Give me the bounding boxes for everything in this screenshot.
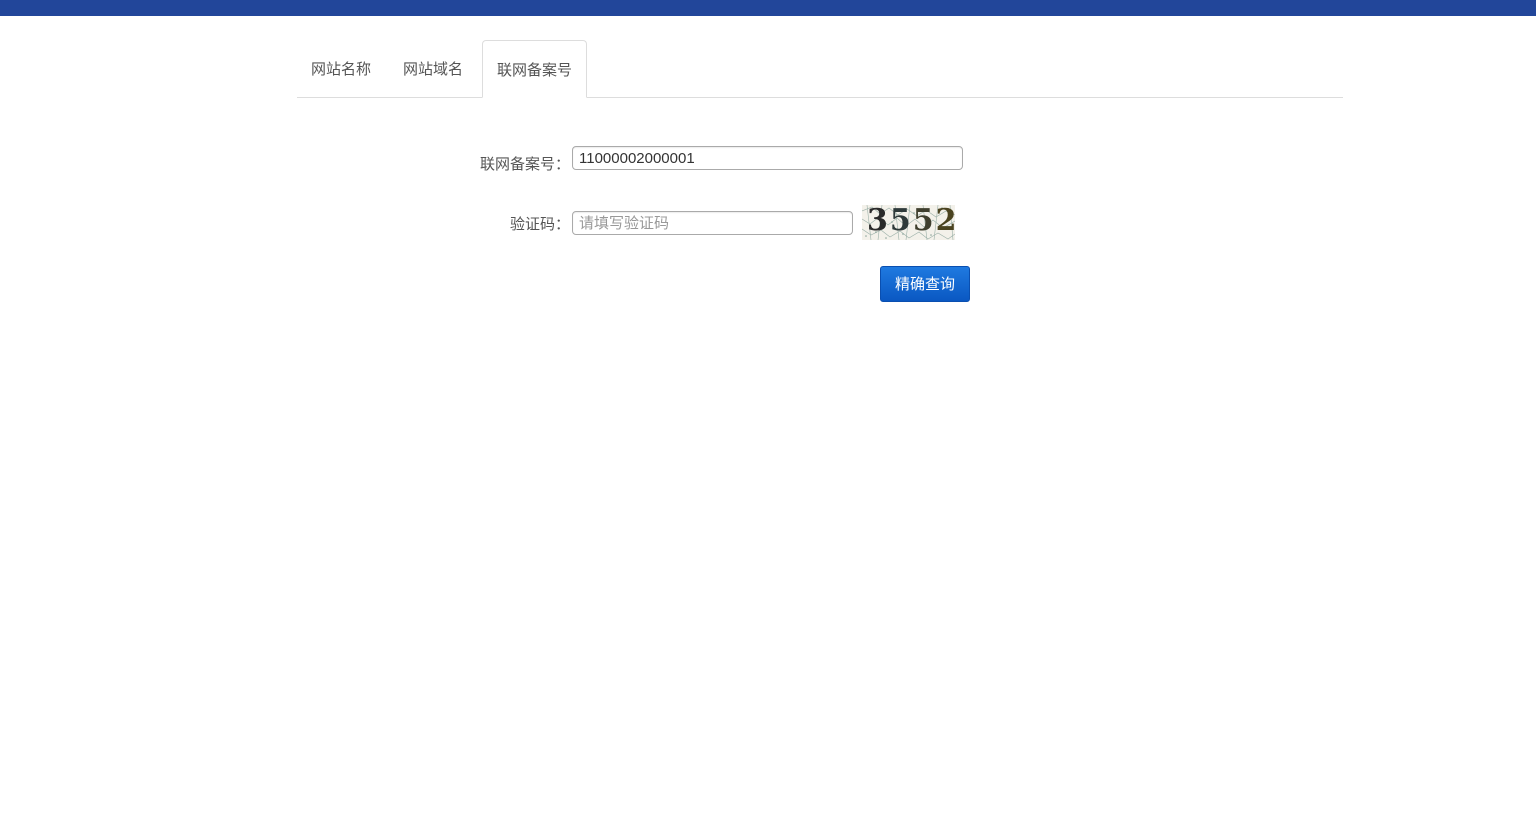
- captcha-digit: 3: [867, 205, 890, 238]
- record-number-input[interactable]: [572, 146, 963, 170]
- captcha-digit: 5: [889, 205, 913, 238]
- captcha-input[interactable]: [572, 211, 853, 235]
- captcha-digit: 5: [912, 205, 936, 238]
- exact-query-button[interactable]: 精确查询: [880, 266, 970, 302]
- captcha-label: 验证码：: [509, 215, 570, 233]
- record-number-label: 联网备案号：: [479, 155, 570, 173]
- search-type-tabs: 网站名称 网站域名 联网备案号: [297, 40, 1343, 98]
- top-header-bar: [0, 0, 1536, 16]
- captcha-text: 3552: [862, 205, 955, 240]
- captcha-image[interactable]: 3552: [862, 205, 955, 240]
- tab-record-number[interactable]: 联网备案号: [482, 40, 587, 98]
- tab-site-domain[interactable]: 网站域名: [389, 40, 477, 97]
- tab-site-name[interactable]: 网站名称: [297, 40, 385, 97]
- captcha-digit: 2: [935, 205, 955, 238]
